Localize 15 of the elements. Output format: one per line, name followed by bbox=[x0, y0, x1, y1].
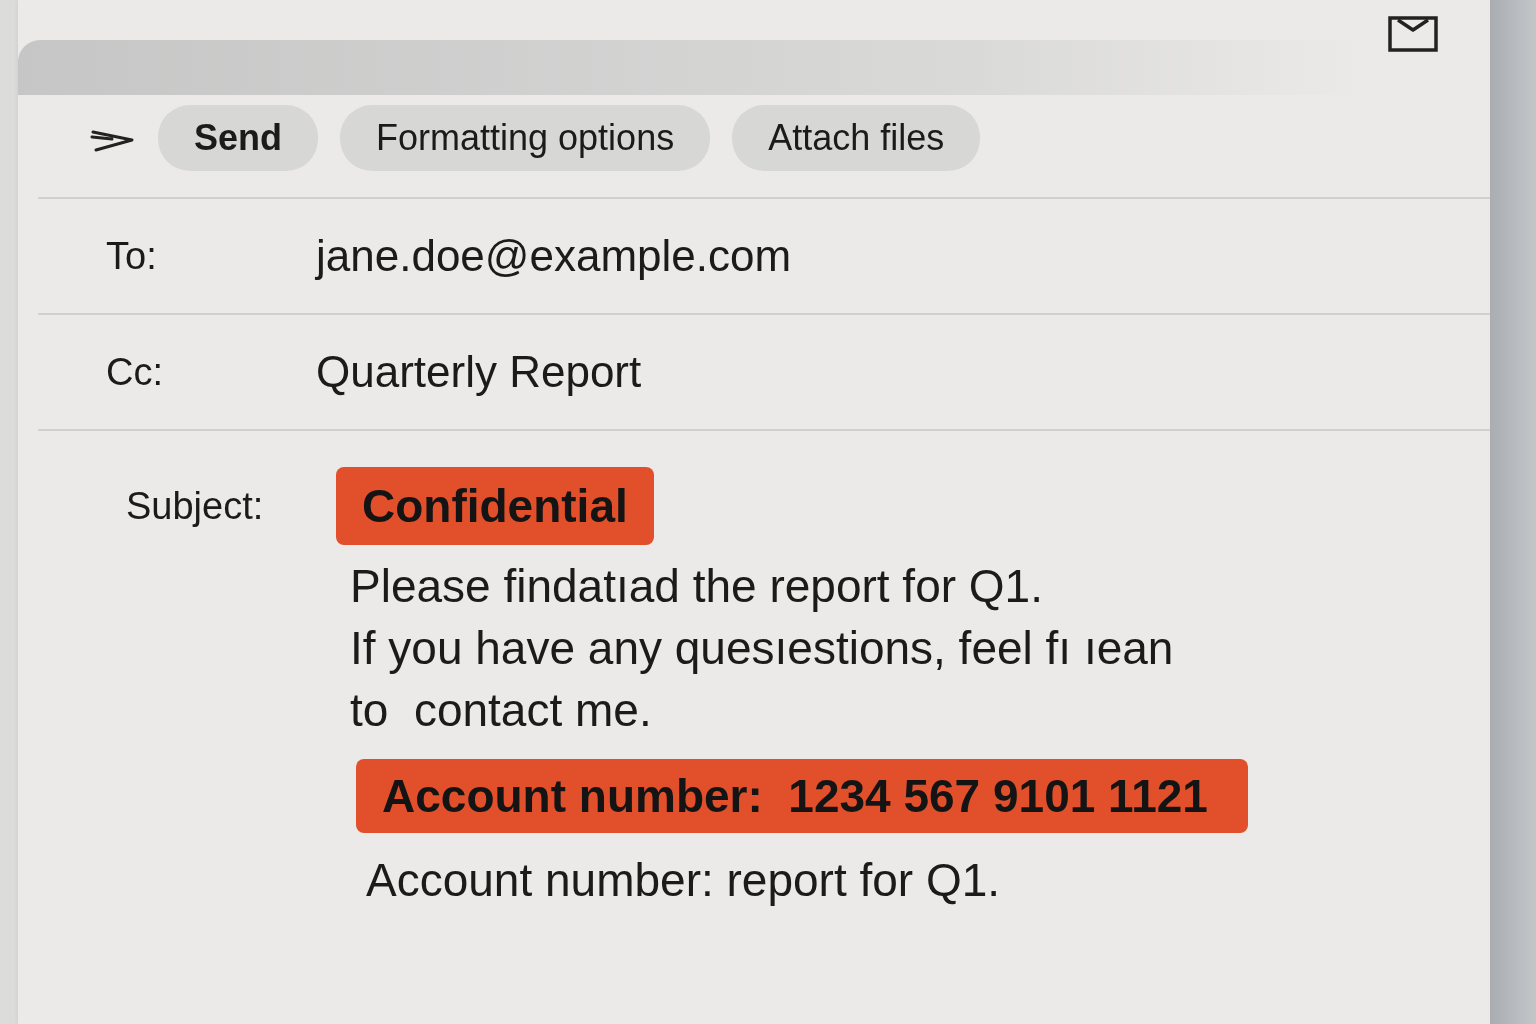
body-text: to contact me. bbox=[350, 683, 652, 738]
highlighted-text: Account number: 1234 567 9101 1121 bbox=[356, 759, 1248, 833]
field-label: Subject: bbox=[126, 484, 264, 528]
highlighted-text: Confidential bbox=[336, 467, 654, 545]
envelope-icon[interactable] bbox=[1388, 16, 1438, 52]
toolbar-button[interactable]: Formatting options bbox=[340, 105, 711, 171]
to-field[interactable]: jane.doe@example.com bbox=[316, 227, 792, 285]
body-text: Account number: report for Q1. bbox=[366, 853, 1001, 908]
body-text: Please findatıad the report for Q1. bbox=[350, 559, 1043, 614]
send-button[interactable]: Send bbox=[158, 105, 318, 171]
body-text: If you have any quesıestions, feel fı ıean bbox=[350, 621, 1174, 676]
field-label: To: bbox=[106, 234, 157, 278]
toolbar-button[interactable]: Attach files bbox=[732, 105, 981, 171]
field-label: Cc: bbox=[106, 350, 163, 394]
cc-field[interactable]: Quarterly Report bbox=[316, 343, 642, 401]
